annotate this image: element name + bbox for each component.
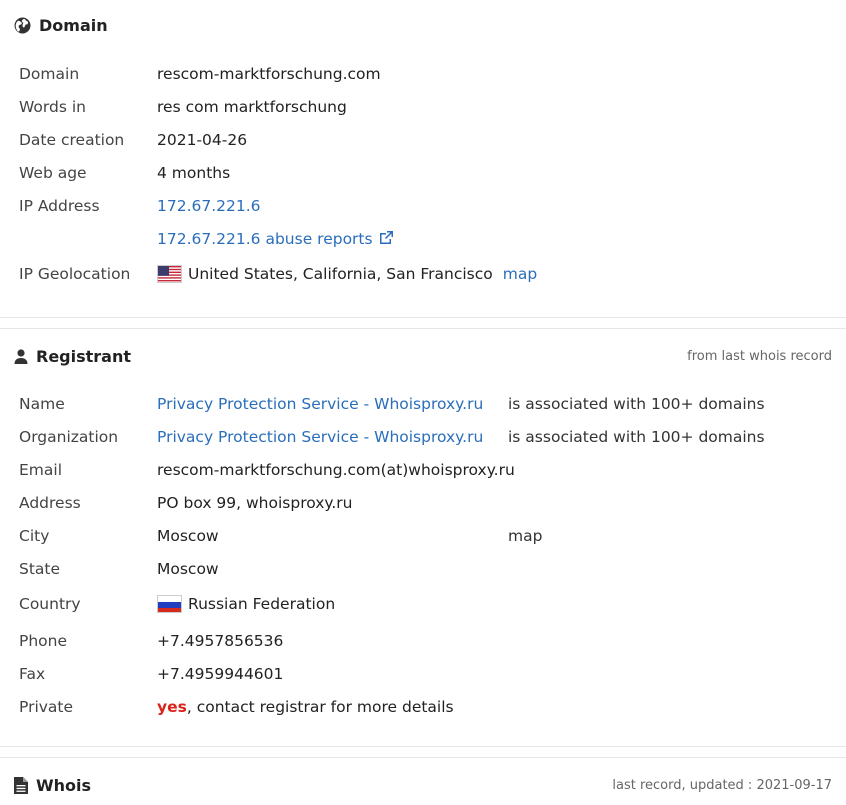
registrant-section-title: Registrant [14, 347, 131, 366]
row-label: Words in [19, 98, 86, 116]
city-map-link[interactable]: map [508, 527, 542, 545]
globe-icon [14, 17, 31, 34]
registrant-row-organization: Organization Privacy Protection Service … [19, 425, 483, 449]
domain-row-domain: Domain rescom-marktforschung.com [19, 62, 381, 86]
whois-section-title-text: Whois [36, 776, 92, 795]
user-icon [14, 349, 28, 364]
domain-row-words: Words in res com marktforschung [19, 95, 347, 119]
ip-address-link[interactable]: 172.67.221.6 [157, 197, 261, 215]
row-label: Phone [19, 632, 68, 650]
registrant-source-note: from last whois record [687, 349, 832, 364]
registrant-row-state: State Moscow [19, 557, 219, 581]
organization-association-text: is associated with 100+ domains [508, 428, 765, 446]
registrant-row-fax: Fax +7.4959944601 [19, 662, 283, 686]
domain-row-ip-address: IP Address 172.67.221.6 [19, 194, 261, 218]
phone-value: +7.4957856536 [157, 632, 284, 650]
row-label: Private [19, 698, 74, 716]
geolocation-map-link[interactable]: map [503, 265, 537, 283]
russia-flag-icon [157, 595, 182, 613]
domain-row-geolocation: IP Geolocation United States, California… [19, 262, 537, 286]
registrant-row-address: Address PO box 99, whoisproxy.ru [19, 491, 353, 515]
document-icon [14, 777, 28, 794]
section-divider [0, 746, 846, 747]
registrant-organization-link[interactable]: Privacy Protection Service - Whoisproxy.… [157, 428, 483, 446]
country-text: Russian Federation [188, 595, 336, 613]
registrant-row-country: Country Russian Federation [19, 592, 335, 616]
row-label: Fax [19, 665, 46, 683]
registrant-row-phone: Phone +7.4957856536 [19, 629, 283, 653]
registrant-row-name: Name Privacy Protection Service - Whoisp… [19, 392, 483, 416]
registrant-row-email: Email rescom-marktforschung.com(at)whois… [19, 458, 515, 482]
whois-section-title: Whois [14, 776, 91, 795]
whois-updated-note: last record, updated : 2021-09-17 [612, 778, 832, 793]
domain-section-title: Domain [14, 16, 108, 35]
name-association-text: is associated with 100+ domains [508, 395, 765, 413]
row-label: City [19, 527, 50, 545]
domain-row-abuse: 172.67.221.6 abuse reports [19, 227, 394, 251]
registrant-row-private: Private yes , contact registrar for more… [19, 695, 454, 719]
city-value: Moscow [157, 527, 219, 545]
address-value: PO box 99, whoisproxy.ru [157, 494, 353, 512]
state-value: Moscow [157, 560, 219, 578]
email-value: rescom-marktforschung.com(at)whoisproxy.… [157, 461, 515, 479]
row-label: Name [19, 395, 65, 413]
domain-row-web-age: Web age 4 months [19, 161, 230, 185]
row-label: IP Address [19, 197, 100, 215]
abuse-reports-link[interactable]: 172.67.221.6 abuse reports [157, 230, 394, 249]
row-label: IP Geolocation [19, 265, 131, 283]
whois-section-header: Whois last record, updated : 2021-09-17 [14, 776, 832, 795]
row-label: State [19, 560, 61, 578]
private-detail-text: , contact registrar for more details [186, 698, 454, 716]
row-label: Web age [19, 164, 87, 182]
section-divider [0, 328, 846, 329]
domain-value: rescom-marktforschung.com [157, 65, 381, 83]
external-link-icon [378, 230, 394, 249]
registrant-section-title-text: Registrant [36, 347, 132, 366]
fax-value: +7.4959944601 [157, 665, 284, 683]
row-label: Email [19, 461, 63, 479]
registrant-row-city: City Moscow [19, 524, 219, 548]
section-divider [0, 757, 846, 758]
private-value: yes , contact registrar for more details [157, 698, 454, 716]
domain-section-header: Domain [14, 16, 832, 35]
row-label: Address [19, 494, 81, 512]
row-label: Date creation [19, 131, 125, 149]
country-value: Russian Federation [157, 595, 335, 613]
row-label: Organization [19, 428, 119, 446]
domain-row-date-creation: Date creation 2021-04-26 [19, 128, 247, 152]
words-value: res com marktforschung [157, 98, 347, 116]
row-label: Country [19, 595, 81, 613]
row-label: Domain [19, 65, 80, 83]
registrant-name-link[interactable]: Privacy Protection Service - Whoisproxy.… [157, 395, 483, 413]
section-divider [0, 317, 846, 318]
date-creation-value: 2021-04-26 [157, 131, 248, 149]
web-age-value: 4 months [157, 164, 231, 182]
domain-section-title-text: Domain [39, 16, 108, 35]
geolocation-text: United States, California, San Francisco [188, 265, 493, 283]
abuse-reports-link-text: 172.67.221.6 abuse reports [157, 230, 373, 248]
private-yes-badge: yes [157, 698, 187, 716]
geolocation-value: United States, California, San Francisco… [157, 265, 537, 283]
registrant-section-header: Registrant from last whois record [14, 347, 832, 366]
us-flag-icon [157, 265, 182, 283]
